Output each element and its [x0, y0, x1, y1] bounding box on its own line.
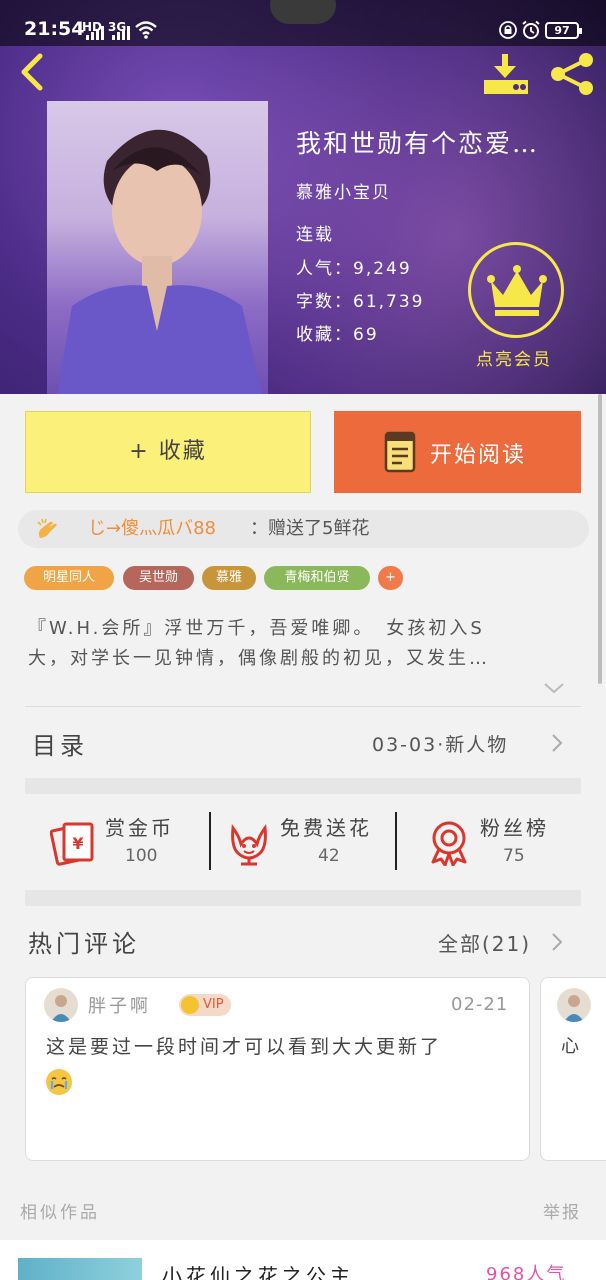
start-reading-button[interactable]: 开始阅读 — [334, 411, 581, 493]
medal-icon — [431, 821, 467, 866]
stat-label: 赏金币 — [105, 816, 174, 840]
book-word-count: 字数：61,739 — [296, 292, 425, 312]
comment-text: 这是要过一段时间才可以看到大大更新了 — [46, 1036, 443, 1058]
cover-portrait-icon — [57, 129, 262, 394]
section-divider — [25, 890, 581, 906]
share-button[interactable] — [548, 52, 598, 96]
comment-text: 心 — [561, 1036, 579, 1057]
crying-emoji-icon — [46, 1069, 72, 1095]
camera-notch — [270, 0, 336, 24]
divider — [25, 706, 581, 707]
clap-icon — [37, 518, 57, 538]
scrollbar[interactable] — [598, 394, 602, 684]
alarm-icon — [522, 20, 540, 39]
similar-book-popularity: 968人气 — [486, 1264, 567, 1280]
comment-user-name[interactable]: 胖子啊 — [88, 992, 151, 1018]
stats-bar: ¥ 赏金币 100 免费送花 42 粉丝榜 75 — [25, 800, 581, 892]
expand-chevron-icon[interactable] — [543, 682, 565, 694]
book-synopsis[interactable]: 『W.H.会所』浮世万千，吾爱唯卿。 女孩初入S 大，对学长一见钟情，偶像剧般的… — [28, 614, 580, 674]
comment-card[interactable]: 胖子啊 VIP 02-21 这是要过一段时间才可以看到大大更新了 — [25, 977, 530, 1161]
all-comments-label: 全部(21) — [438, 932, 532, 956]
signal-icon-2 — [110, 26, 130, 40]
gift-notification: じ→傻灬瓜バ88 ：赠送了5鲜花 — [18, 510, 589, 548]
report-button[interactable]: 举报 — [543, 1198, 581, 1223]
book-cover-image — [47, 101, 268, 394]
stat-separator — [395, 812, 397, 870]
book-favorites: 收藏：69 — [296, 325, 379, 345]
book-popularity: 人气：9,249 — [296, 259, 412, 279]
tag-item[interactable]: 明星同人 — [24, 566, 114, 590]
back-button[interactable] — [16, 52, 50, 92]
flower-icon — [231, 824, 267, 866]
fan-ranking-button[interactable]: 粉丝榜 75 — [425, 800, 581, 892]
book-title: 我和世勋有个恋爱… — [296, 129, 540, 158]
red-envelope-icon: ¥ — [50, 822, 94, 866]
avatar[interactable] — [44, 988, 78, 1022]
toc-latest-chapter: 03-03·新人物 — [372, 734, 509, 756]
chevron-right-icon — [552, 933, 563, 951]
free-flower-button[interactable]: 免费送花 42 — [225, 800, 395, 892]
book-author[interactable]: 慕雅小宝贝 — [296, 178, 391, 203]
signal-icon — [84, 26, 104, 40]
lock-icon — [499, 21, 517, 39]
similar-book-item[interactable]: 小花仙之花之公主 968人气 — [0, 1240, 606, 1280]
synopsis-line: 『W.H.会所』浮世万千，吾爱唯卿。 女孩初入S — [28, 618, 485, 639]
start-reading-label: 开始阅读 — [430, 443, 527, 468]
synopsis-line: 大，对学长一见钟情，偶像剧般的初见，又发生… — [28, 648, 490, 669]
vip-membership-button[interactable] — [468, 242, 564, 338]
vip-membership-label[interactable]: 点亮会员 — [476, 345, 552, 370]
similar-book-cover — [18, 1258, 142, 1280]
tag-item[interactable]: 慕雅 — [202, 566, 256, 590]
section-divider — [25, 778, 581, 794]
book-icon — [384, 431, 416, 473]
chevron-right-icon — [552, 734, 563, 752]
vip-badge-label: VIP — [203, 997, 224, 1012]
tag-item[interactable]: 青梅和伯贤 — [264, 566, 370, 590]
comment-card[interactable]: 心 — [540, 977, 606, 1161]
gift-text: ：赠送了5鲜花 — [250, 518, 370, 539]
battery-indicator: 97 — [545, 22, 582, 39]
toc-label: 目录 — [32, 732, 88, 760]
status-bar: 21:54 HD 3G 97 — [0, 0, 606, 46]
stat-value: 100 — [125, 846, 158, 866]
wifi-icon — [135, 21, 157, 39]
stat-value: 75 — [503, 846, 525, 866]
avatar-icon — [51, 995, 71, 1022]
similar-book-title: 小花仙之花之公主 — [162, 1264, 354, 1280]
tag-add-button[interactable]: + — [378, 566, 403, 590]
svg-text:¥: ¥ — [72, 834, 83, 853]
stat-label: 粉丝榜 — [480, 816, 549, 840]
similar-works-label: 相似作品 — [20, 1203, 100, 1223]
reward-coins-button[interactable]: ¥ 赏金币 100 — [50, 800, 210, 892]
book-status: 连载 — [296, 225, 334, 245]
book-header: 21:54 HD 3G 97 我和世勋有个恋爱… 慕雅小宝贝 连载 人气：9,2… — [0, 0, 606, 394]
collect-button[interactable]: + 收藏 — [25, 411, 311, 493]
crown-icon — [487, 265, 547, 316]
tag-item[interactable]: 吴世勋 — [123, 566, 194, 590]
status-time: 21:54 — [24, 18, 85, 40]
crown-icon — [181, 996, 199, 1014]
stat-separator — [209, 812, 211, 870]
stat-label: 免费送花 — [280, 816, 372, 840]
avatar[interactable] — [557, 988, 591, 1022]
stat-value: 42 — [318, 846, 340, 866]
hot-comments-title: 热门评论 — [28, 930, 140, 958]
gift-user-name[interactable]: じ→傻灬瓜バ88 — [88, 510, 216, 548]
avatar-icon — [564, 995, 584, 1022]
download-button[interactable] — [480, 52, 530, 96]
vip-badge: VIP — [179, 994, 231, 1016]
comment-date: 02-21 — [451, 994, 509, 1015]
